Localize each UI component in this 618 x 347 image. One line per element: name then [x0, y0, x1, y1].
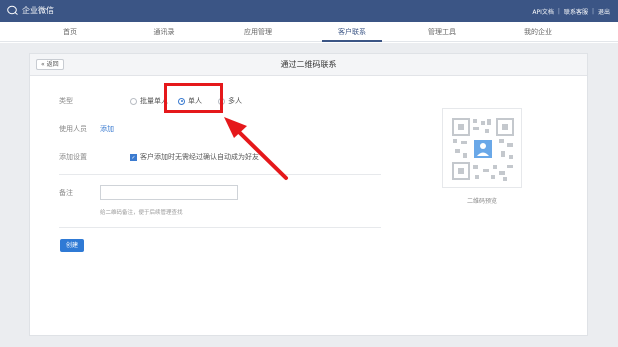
- user-label: 使用人员: [59, 125, 87, 133]
- add-user-link[interactable]: 添加: [100, 124, 114, 134]
- nav-my-enterprise[interactable]: 我的企业: [508, 22, 568, 42]
- type-label: 类型: [59, 97, 73, 105]
- nav-contacts[interactable]: 通讯录: [134, 22, 194, 42]
- radio-icon[interactable]: [130, 97, 137, 105]
- main-nav: 首页 通讯录 应用管理 客户联系 管理工具 我的企业: [0, 22, 618, 42]
- nav-home[interactable]: 首页: [40, 22, 100, 42]
- nav-management-tools[interactable]: 管理工具: [412, 22, 472, 42]
- qr-preview-label: 二维码预览: [466, 198, 497, 205]
- brand-name: 企业微信: [22, 6, 54, 15]
- qr-code-icon: [452, 118, 514, 181]
- chat-bubble-icon: [7, 5, 18, 15]
- nav-app-management[interactable]: 应用管理: [228, 22, 288, 42]
- type-option-batch-single[interactable]: 批量单人: [130, 96, 168, 106]
- top-links: API文档 | 联系客服 | 退出: [532, 7, 610, 16]
- contact-support-link[interactable]: 联系客服: [564, 7, 588, 16]
- brand[interactable]: 企业微信: [7, 5, 54, 16]
- create-button[interactable]: 创建: [60, 239, 84, 252]
- qr-preview-card: [442, 108, 522, 188]
- option-label: 多人: [228, 97, 242, 105]
- divider: [59, 227, 381, 228]
- separator: |: [591, 8, 594, 15]
- highlight-box: [164, 83, 223, 113]
- option-label: 客户添加时无需经过确认自动成为好友: [140, 153, 259, 161]
- api-docs-link[interactable]: API文档: [532, 7, 554, 16]
- note-label: 备注: [59, 189, 73, 197]
- nav-customer-contact[interactable]: 客户联系: [322, 22, 382, 42]
- logout-link[interactable]: 退出: [598, 7, 610, 16]
- setting-label: 添加设置: [59, 153, 87, 161]
- checkbox-checked-icon[interactable]: ✓: [130, 153, 137, 161]
- page-title: 通过二维码联系: [280, 60, 337, 69]
- panel-header: « 返回 通过二维码联系: [30, 54, 587, 76]
- note-hint: 给二维码备注，便于后续管理查找: [100, 210, 183, 216]
- top-bar: 企业微信 API文档 | 联系客服 | 退出: [0, 0, 618, 22]
- divider: [59, 174, 381, 175]
- auto-accept-option[interactable]: ✓ 客户添加时无需经过确认自动成为好友: [130, 152, 259, 162]
- note-input[interactable]: [100, 185, 238, 200]
- separator: |: [557, 8, 560, 15]
